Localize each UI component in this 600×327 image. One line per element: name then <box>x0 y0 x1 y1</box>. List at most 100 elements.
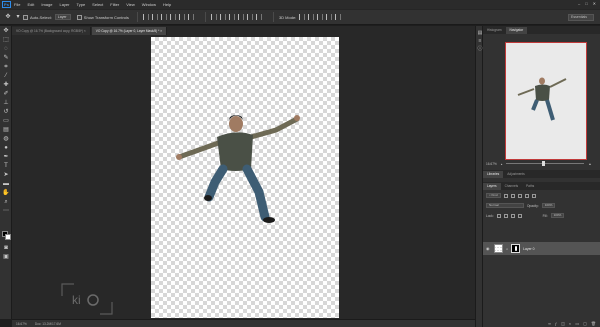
dodge-tool-icon[interactable]: ● <box>2 145 10 152</box>
drag-3d-icon[interactable] <box>317 14 324 20</box>
zoom-tool-icon[interactable]: ⌕ <box>2 199 10 206</box>
slide-3d-icon[interactable] <box>326 14 333 20</box>
status-zoom[interactable]: 16.67% <box>16 322 27 326</box>
filter-smart-object-icon[interactable] <box>531 193 536 198</box>
hand-tool-icon[interactable]: ✋ <box>2 190 10 197</box>
opacity-input[interactable]: 100% <box>541 203 556 208</box>
gradient-tool-icon[interactable]: ▤ <box>2 127 10 134</box>
healing-brush-tool-icon[interactable]: ✚ <box>2 82 10 89</box>
adjustment-icon[interactable]: ◐ <box>569 321 571 326</box>
layer-thumbnail[interactable] <box>494 244 503 253</box>
distribute-right-icon[interactable] <box>255 14 262 20</box>
fx-icon[interactable]: ƒ <box>555 321 557 326</box>
auto-select-dropdown[interactable]: Layer <box>54 14 71 20</box>
document-canvas[interactable] <box>151 37 339 318</box>
new-layer-icon[interactable]: ▢ <box>583 321 587 326</box>
move-tool-icon[interactable]: ✥ <box>4 13 12 21</box>
quick-select-tool-icon[interactable]: ✎ <box>2 55 10 62</box>
navigator-zoom-slider[interactable] <box>506 161 585 166</box>
menu-edit[interactable]: Edit <box>27 2 34 7</box>
align-left-icon[interactable] <box>169 14 176 20</box>
filter-type-icon[interactable] <box>517 193 522 198</box>
layer-mask-thumbnail[interactable] <box>511 244 521 253</box>
workspace-switcher[interactable]: Essentials <box>568 14 594 21</box>
doc-tab-background-copy[interactable]: VO Copy @ 16.7% (Background copy, RGB/8*… <box>12 27 91 35</box>
background-color-swatch[interactable] <box>5 234 11 240</box>
distribute-top-icon[interactable] <box>210 14 217 20</box>
marquee-tool-icon[interactable]: ⬚ <box>2 37 10 44</box>
lock-all-icon[interactable] <box>517 213 522 218</box>
quick-mask-icon[interactable]: ◙ <box>2 245 10 252</box>
lasso-tool-icon[interactable]: ◌ <box>2 46 10 53</box>
layer-name[interactable]: Layer 0 <box>523 247 534 251</box>
path-selection-tool-icon[interactable]: ➤ <box>2 172 10 179</box>
zoom-out-icon[interactable]: ▴ <box>501 162 503 166</box>
scale-3d-icon[interactable] <box>335 14 342 20</box>
menu-view[interactable]: View <box>126 2 135 7</box>
zoom-in-icon[interactable]: ▲ <box>588 162 591 166</box>
tab-libraries[interactable]: Libraries <box>483 171 504 178</box>
rectangle-tool-icon[interactable]: ▬ <box>2 181 10 188</box>
blend-mode-dropdown[interactable]: Normal <box>486 203 524 208</box>
align-right-icon[interactable] <box>187 14 194 20</box>
show-transform-checkbox[interactable] <box>76 14 82 20</box>
link-layers-icon[interactable]: ∞ <box>548 321 551 326</box>
menu-window[interactable]: Window <box>142 2 156 7</box>
tab-layers[interactable]: Layers <box>483 183 501 190</box>
align-middle-icon[interactable] <box>151 14 158 20</box>
lock-position-icon[interactable] <box>510 213 515 218</box>
crop-tool-icon[interactable]: ⌗ <box>2 64 10 71</box>
fill-input[interactable]: 100% <box>550 213 565 218</box>
distribute-bottom-icon[interactable] <box>228 14 235 20</box>
brush-tool-icon[interactable]: ✐ <box>2 91 10 98</box>
distribute-left-icon[interactable] <box>237 14 244 20</box>
history-brush-tool-icon[interactable]: ↺ <box>2 109 10 116</box>
lock-transparent-icon[interactable] <box>496 213 501 218</box>
tool-preset-chevron-icon[interactable]: ▾ <box>16 13 20 21</box>
filter-pixel-icon[interactable] <box>503 193 508 198</box>
tab-paths[interactable]: Paths <box>522 183 538 190</box>
more-tools-icon[interactable]: ⋯ <box>2 208 10 215</box>
folder-icon[interactable]: ▭ <box>575 321 579 326</box>
blur-tool-icon[interactable]: ◍ <box>2 136 10 143</box>
menu-filter[interactable]: Filter <box>110 2 119 7</box>
eyedropper-tool-icon[interactable]: ⁄ <box>2 73 10 80</box>
tab-adjustments[interactable]: Adjustments <box>503 171 529 178</box>
menu-image[interactable]: Image <box>41 2 52 7</box>
layer-row[interactable]: ◉ ∞ Layer 0 <box>483 242 600 255</box>
filter-shape-icon[interactable] <box>524 193 529 198</box>
menu-select[interactable]: Select <box>92 2 103 7</box>
tab-channels[interactable]: Channels <box>501 183 522 190</box>
roll-3d-icon[interactable] <box>308 14 315 20</box>
menu-file[interactable]: File <box>14 2 20 7</box>
menu-help[interactable]: Help <box>163 2 171 7</box>
screen-mode-icon[interactable]: ▣ <box>2 254 10 261</box>
rotate-3d-icon[interactable] <box>299 14 306 20</box>
menu-type[interactable]: Type <box>77 2 86 7</box>
menu-layer[interactable]: Layer <box>59 2 69 7</box>
navigator-zoom-value[interactable]: 16.67% <box>486 162 497 166</box>
maximize-button[interactable]: □ <box>585 1 587 6</box>
tab-histogram[interactable]: Histogram <box>483 27 506 34</box>
distribute-center-icon[interactable] <box>246 14 253 20</box>
doc-tab-layer-mask[interactable]: VO Copy @ 16.7% (Layer 0, Layer Mask/8) … <box>91 27 168 35</box>
link-icon[interactable]: ∞ <box>506 247 508 251</box>
align-bottom-icon[interactable] <box>160 14 167 20</box>
align-top-icon[interactable] <box>142 14 149 20</box>
trash-icon[interactable]: 🗑 <box>591 321 596 326</box>
minimize-button[interactable]: – <box>578 1 580 6</box>
lock-image-icon[interactable] <box>503 213 508 218</box>
eye-icon[interactable]: ◉ <box>486 246 491 251</box>
layer-kind-dropdown[interactable]: ⌕ Kind <box>486 193 501 198</box>
pen-tool-icon[interactable]: ✒ <box>2 154 10 161</box>
type-tool-icon[interactable]: T <box>2 163 10 170</box>
add-mask-icon[interactable]: ◫ <box>561 321 565 326</box>
clone-stamp-tool-icon[interactable]: ⊥ <box>2 100 10 107</box>
align-center-icon[interactable] <box>178 14 185 20</box>
eraser-tool-icon[interactable]: ▭ <box>2 118 10 125</box>
auto-select-checkbox[interactable] <box>23 14 28 20</box>
distribute-middle-icon[interactable] <box>219 14 226 20</box>
close-button[interactable]: ✕ <box>593 1 596 6</box>
move-tool-icon[interactable]: ✥ <box>2 28 10 35</box>
filter-adjustment-icon[interactable] <box>510 193 515 198</box>
